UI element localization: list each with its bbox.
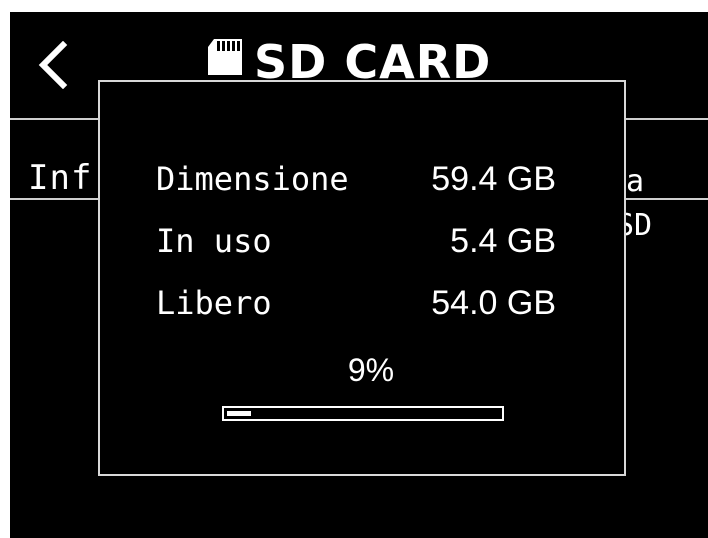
usage-percent: 9% <box>347 352 395 388</box>
info-row-free: Libero 54.0 GB <box>156 278 556 328</box>
info-value: 5.4 GB <box>450 222 556 260</box>
info-value: 59.4 GB <box>431 160 556 198</box>
sd-card-screen: SD CARD Inf ta SD Dimensione 59.4 GB In … <box>10 12 708 538</box>
info-value: 54.0 GB <box>431 284 556 322</box>
info-label: In uso <box>156 222 272 260</box>
info-label: Dimensione <box>156 160 349 198</box>
usage-progress-bar <box>222 406 504 421</box>
back-button[interactable] <box>28 30 78 100</box>
usage-progress-fill <box>227 411 251 416</box>
info-row-size: Dimensione 59.4 GB <box>156 154 556 204</box>
sd-card-icon <box>208 39 242 75</box>
menu-item-info-label[interactable]: Inf <box>28 156 92 200</box>
sd-info-popup: Dimensione 59.4 GB In uso 5.4 GB Libero … <box>98 80 626 476</box>
info-label: Libero <box>156 284 272 322</box>
info-row-used: In uso 5.4 GB <box>156 216 556 266</box>
chevron-left-icon <box>38 41 68 89</box>
